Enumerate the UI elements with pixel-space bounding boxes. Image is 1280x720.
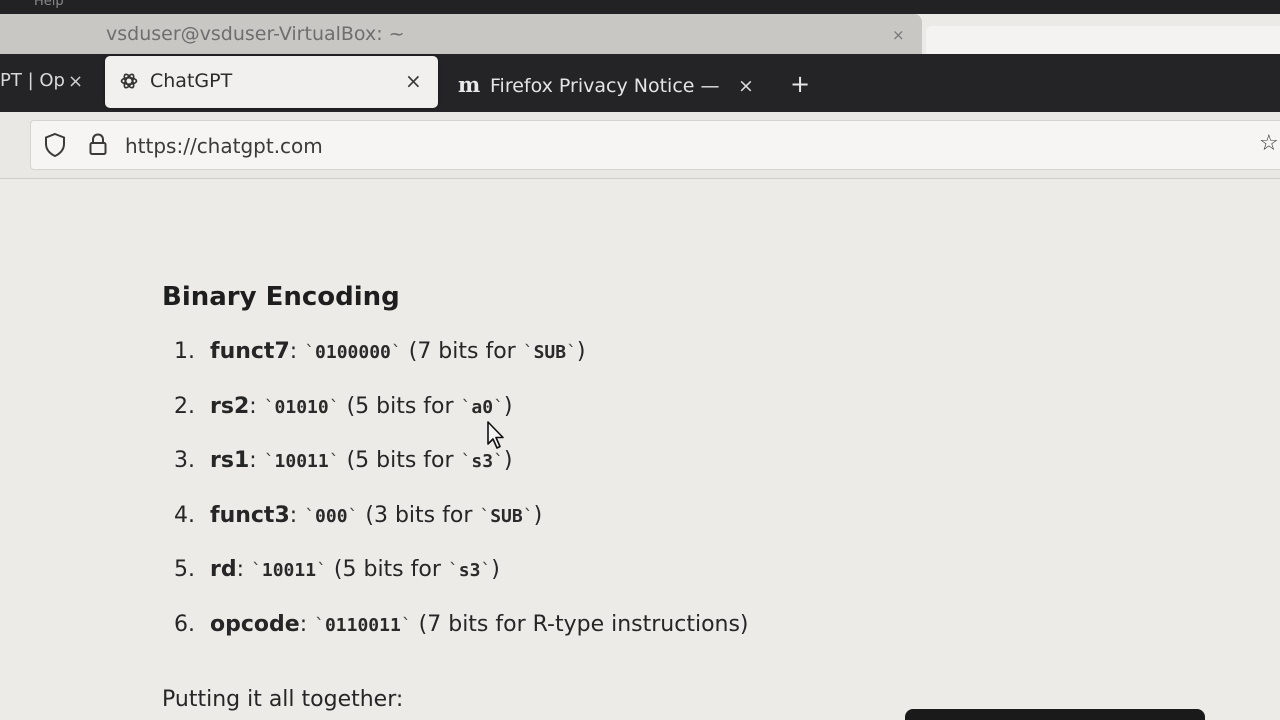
field-term: rs2 [210, 393, 250, 419]
inline-code-ref: a0 [471, 396, 494, 418]
separator: : [289, 339, 298, 364]
list-item: 5. rd: `10011` (5 bits for `s3`) [174, 557, 500, 582]
background-window-close-button[interactable]: × [892, 26, 905, 44]
code-block-top-edge [905, 709, 1205, 720]
tab-chatgpt[interactable]: ChatGPT × [105, 56, 438, 108]
description-close: ) [491, 557, 500, 582]
system-top-bar: Help [0, 0, 1280, 14]
description-text: (5 bits for [346, 393, 454, 419]
description-close: ) [576, 339, 586, 364]
inline-code-bits: 10011 [261, 560, 317, 581]
list-number: 3. [174, 448, 195, 473]
list-number: 5. [174, 557, 195, 582]
description-text: (5 bits for [333, 557, 441, 582]
separator: : [249, 393, 257, 419]
separator: : [236, 557, 245, 582]
tab-label: Firefox Privacy Notice — [490, 75, 720, 97]
inline-code-bits: 000 [315, 505, 348, 527]
tab-firefox-privacy-notice[interactable]: m Firefox Privacy Notice — × [448, 72, 768, 106]
description-close: ) [503, 393, 513, 419]
description-text: (7 bits for R-type instructions) [418, 611, 749, 637]
tab-close-button[interactable]: × [738, 75, 754, 97]
mouse-pointer-icon [486, 420, 506, 450]
new-tab-button[interactable]: + [790, 72, 810, 96]
background-window-title: vsduser@vsduser-VirtualBox: ~ [106, 23, 405, 45]
tab-label: PT | Op [0, 70, 65, 91]
openai-logo-icon [119, 71, 139, 91]
tab-partial[interactable]: PT | Op × [0, 70, 83, 100]
background-terminal-titlebar[interactable]: vsduser@vsduser-VirtualBox: ~ × [0, 14, 922, 54]
separator: : [289, 502, 298, 528]
inline-code-bits: 01010 [274, 396, 329, 418]
description-close: ) [503, 448, 513, 473]
list-number: 4. [174, 502, 195, 528]
field-term: funct3 [210, 502, 290, 528]
list-number: 1. [174, 339, 195, 364]
field-term: rd [210, 557, 237, 582]
separator: : [299, 611, 308, 637]
bookmark-star-icon[interactable]: ☆ [1259, 131, 1279, 156]
list-number: 2. [174, 393, 195, 419]
inline-code-ref: s3 [458, 560, 481, 581]
inline-code-ref: SUB [533, 342, 567, 363]
description-close: ) [533, 502, 543, 528]
description-text: (7 bits for [408, 339, 516, 364]
section-heading: Binary Encoding [162, 282, 400, 312]
tab-close-button[interactable]: × [68, 71, 83, 92]
tab-close-button[interactable]: × [405, 69, 422, 93]
inline-code-ref: s3 [471, 451, 494, 472]
tab-label: ChatGPT [150, 70, 233, 92]
list-item: 3. rs1: `10011` (5 bits for `s3`) [174, 448, 513, 473]
inline-code-ref: SUB [490, 505, 523, 527]
tab-bar: PT | Op × ChatGPT × m Firefox Privacy No… [0, 54, 1280, 120]
system-menu-text[interactable]: Help [34, 0, 64, 9]
separator: : [249, 448, 257, 473]
list-item: 6. opcode: `0110011` (7 bits for R-type i… [174, 611, 749, 637]
lock-icon[interactable] [87, 132, 109, 158]
inline-code-bits: 10011 [274, 451, 329, 472]
mozilla-m-icon: m [458, 72, 481, 97]
field-term: funct7 [210, 339, 290, 364]
shield-icon[interactable] [43, 132, 67, 158]
description-text: (3 bits for [365, 502, 473, 528]
list-number: 6. [174, 611, 195, 637]
screen: Help vsduser@vsduser-VirtualBox: ~ × PT … [0, 0, 1280, 720]
url-bar[interactable]: https://chatgpt.com ☆ [30, 120, 1280, 170]
closing-text: Putting it all together: [162, 687, 404, 712]
field-term: opcode [210, 611, 300, 637]
encoding-steps-list: 1. funct7: `0100000` (7 bits for `SUB`) 2… [174, 339, 749, 666]
inline-code-bits: 0100000 [315, 342, 391, 363]
field-term: rs1 [210, 448, 250, 473]
chat-response-content: Binary Encoding 1. funct7: `0100000` (7 b… [0, 179, 1280, 720]
inline-code-bits: 0110011 [324, 614, 401, 636]
url-text[interactable]: https://chatgpt.com [125, 134, 323, 158]
list-item: 2. rs2: `01010` (5 bits for `a0`) [174, 393, 513, 419]
description-text: (5 bits for [346, 448, 454, 473]
navigation-bar: https://chatgpt.com ☆ [0, 112, 1280, 179]
list-item: 4. funct3: `000` (3 bits for `SUB`) [174, 502, 543, 528]
list-item: 1. funct7: `0100000` (7 bits for `SUB`) [174, 339, 586, 364]
